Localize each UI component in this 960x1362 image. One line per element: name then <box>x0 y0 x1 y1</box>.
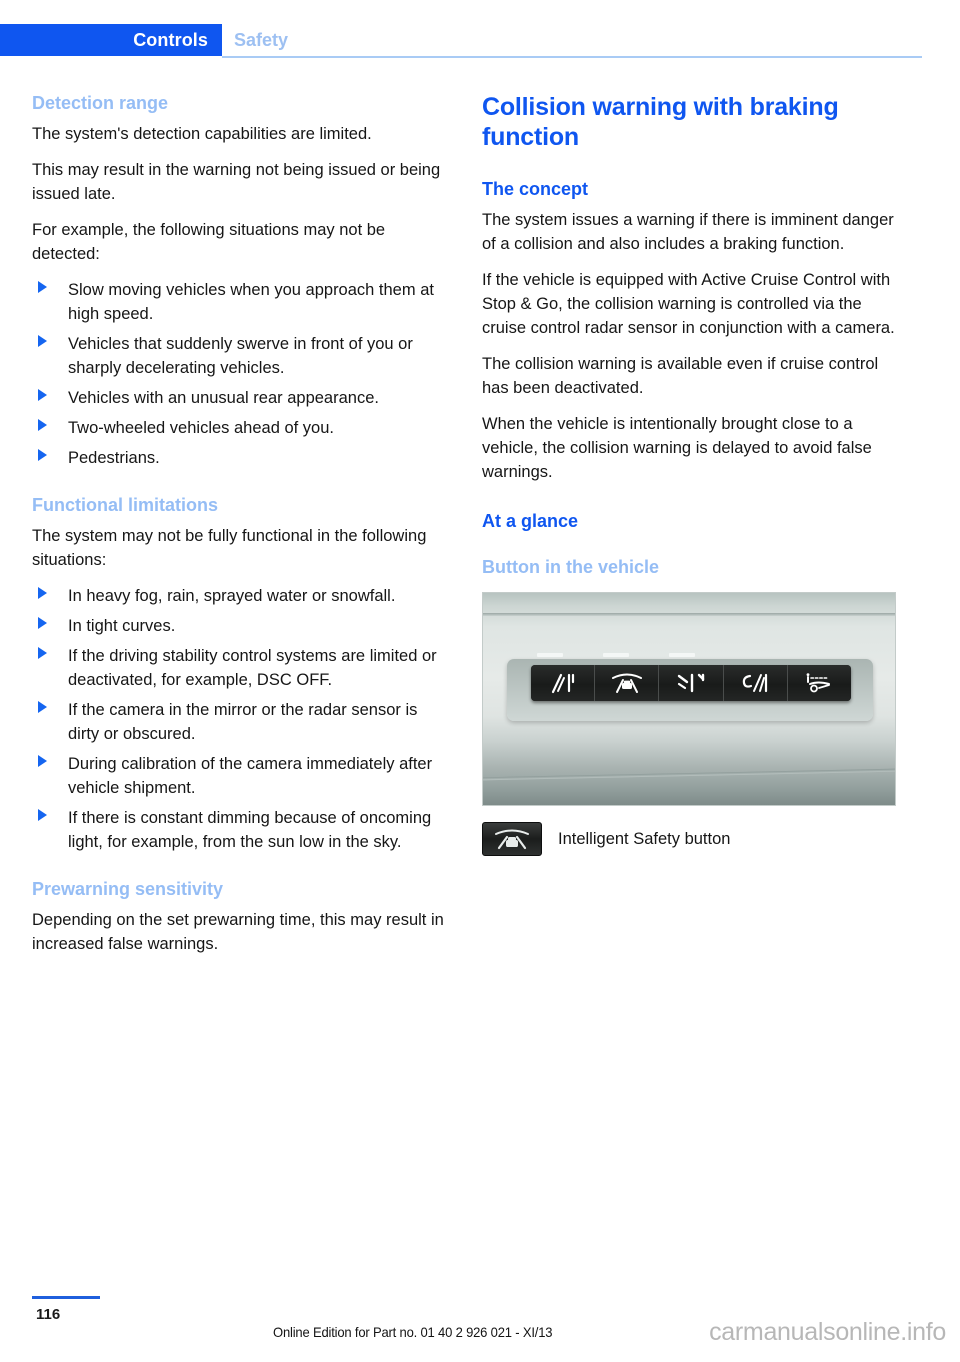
bullet-triangle-icon <box>38 647 47 659</box>
parking-assistant-icon[interactable] <box>787 665 851 701</box>
vehicle-roof-console-buttons-photo <box>482 592 896 806</box>
paragraph: When the vehicle is intentionally brough… <box>482 415 872 481</box>
heading-prewarning-sensitivity: Prewarning sensitivity <box>32 879 224 899</box>
bullet-triangle-icon <box>38 449 47 461</box>
paragraph: The system's detection capabilities are … <box>32 125 372 143</box>
list-item-label: Vehicles with an unusual rear appearance… <box>68 389 379 407</box>
bullet-triangle-icon <box>38 617 47 629</box>
intelligent-safety-icon[interactable] <box>595 665 660 701</box>
list-item: In tight curves. <box>32 614 452 638</box>
left-column: Detection range The system's detection c… <box>32 92 452 968</box>
list-item: Pedestrians. <box>32 446 452 470</box>
page-number: 116 <box>36 1306 61 1323</box>
tab-controls-label: Controls <box>133 29 208 50</box>
page-header: Controls Safety <box>0 0 960 62</box>
paragraph: This may result in the warning not being… <box>32 161 441 203</box>
tab-controls[interactable]: Controls <box>0 24 222 56</box>
heading-at-a-glance: At a glance <box>482 511 579 531</box>
list-item-label: Vehicles that suddenly swerve in front o… <box>68 335 413 377</box>
heading-button-in-the-vehicle: Button in the vehicle <box>482 557 660 577</box>
led-indicator <box>537 653 563 657</box>
bullet-triangle-icon <box>38 755 47 767</box>
list-item-label: Pedestrians. <box>68 449 160 467</box>
detection-range-bullet-list: Slow moving vehicles when you approach t… <box>32 278 452 470</box>
console-button-strip <box>531 665 851 701</box>
lane-change-warning-icon[interactable] <box>659 665 724 701</box>
intelligent-safety-button-icon <box>482 822 542 856</box>
bullet-triangle-icon <box>38 389 47 401</box>
heading-detection-range: Detection range <box>32 93 169 113</box>
right-column: Collision warning with braking function … <box>482 92 902 856</box>
functional-limitations-bullet-list: In heavy fog, rain, sprayed water or sno… <box>32 584 452 854</box>
page-footer: 116 Online Edition for Part no. 01 40 2 … <box>0 1272 960 1362</box>
paragraph: The system issues a warning if there is … <box>482 211 894 253</box>
list-item: Vehicles with an unusual rear appearance… <box>32 386 452 410</box>
list-item-label: In tight curves. <box>68 617 176 635</box>
list-item-label: In heavy fog, rain, sprayed water or sno… <box>68 587 396 605</box>
list-item-label: During calibration of the camera immedia… <box>68 755 433 797</box>
bullet-triangle-icon <box>38 281 47 293</box>
page-title: Collision warning with braking function <box>482 93 839 151</box>
bullet-triangle-icon <box>38 335 47 347</box>
list-item: If the camera in the mirror or the radar… <box>32 698 452 746</box>
list-item: If the driving stability control systems… <box>32 644 452 692</box>
figure-caption-row: Intelligent Safety button <box>482 822 902 856</box>
tab-safety[interactable]: Safety <box>234 24 288 56</box>
figure-caption-label: Intelligent Safety button <box>558 830 731 848</box>
paragraph: The collision warning is available even … <box>482 355 879 397</box>
list-item: During calibration of the camera immedia… <box>32 752 452 800</box>
list-item: If there is constant dimming because of … <box>32 806 452 854</box>
bullet-triangle-icon <box>38 587 47 599</box>
bullet-triangle-icon <box>38 701 47 713</box>
list-item-label: Slow moving vehicles when you approach t… <box>68 281 434 323</box>
bullet-triangle-icon <box>38 809 47 821</box>
paragraph: The system may not be fully functional i… <box>32 527 427 569</box>
paragraph: Depending on the set prewarning time, th… <box>32 911 444 953</box>
lane-departure-warning-icon[interactable] <box>531 665 596 701</box>
header-divider <box>222 56 922 58</box>
site-watermark: carmanualsonline.info <box>709 1318 946 1346</box>
led-indicator <box>603 653 629 657</box>
paragraph: If the vehicle is equipped with Active C… <box>482 271 895 337</box>
heading-functional-limitations: Functional limitations <box>32 495 219 515</box>
list-item-label: If the driving stability control systems… <box>68 647 437 689</box>
headliner-trim-line <box>483 613 895 616</box>
list-item: In heavy fog, rain, sprayed water or sno… <box>32 584 452 608</box>
list-item: Slow moving vehicles when you approach t… <box>32 278 452 326</box>
night-vision-icon[interactable] <box>723 665 788 701</box>
heading-the-concept: The concept <box>482 179 589 199</box>
list-item: Two-wheeled vehicles ahead of you. <box>32 416 452 440</box>
list-item: Vehicles that suddenly swerve in front o… <box>32 332 452 380</box>
led-indicator <box>669 653 695 657</box>
list-item-label: If there is constant dimming because of … <box>68 809 432 851</box>
list-item-label: If the camera in the mirror or the radar… <box>68 701 418 743</box>
paragraph: For example, the following situations ma… <box>32 221 386 263</box>
list-item-label: Two-wheeled vehicles ahead of you. <box>68 419 334 437</box>
headliner-trim-line-lower <box>483 768 895 781</box>
bullet-triangle-icon <box>38 419 47 431</box>
edition-notice: Online Edition for Part no. 01 40 2 926 … <box>273 1324 553 1340</box>
footer-divider <box>32 1296 100 1299</box>
tab-safety-label: Safety <box>234 29 289 50</box>
